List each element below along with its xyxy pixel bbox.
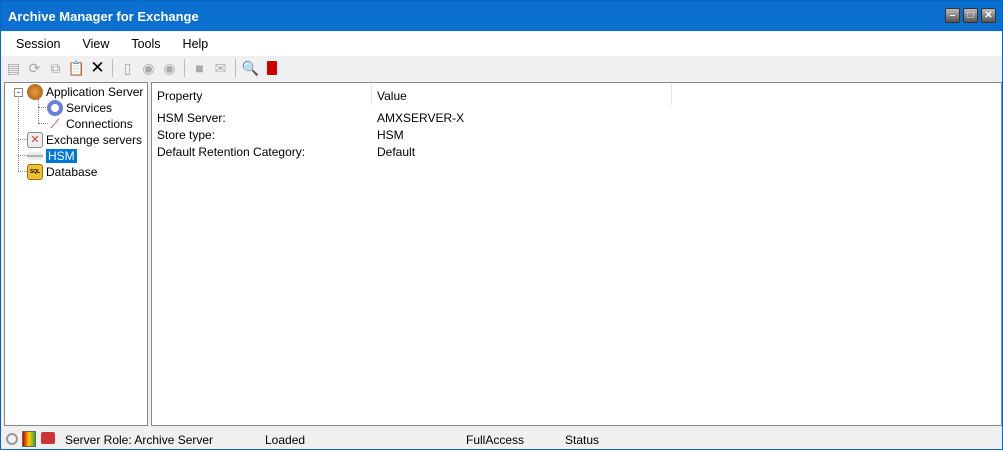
book-icon[interactable] xyxy=(263,60,280,77)
value-cell: HSM xyxy=(377,128,404,142)
value-cell: Default xyxy=(377,145,416,159)
toolbar-separator xyxy=(235,59,236,77)
properties-icon[interactable]: ▤ xyxy=(5,60,22,77)
menu-help[interactable]: Help xyxy=(183,37,209,56)
title-bar: Archive Manager for Exchange – □ ✕ xyxy=(1,1,1002,31)
menu-bar: Session View Tools Help xyxy=(1,32,1002,56)
property-cell: HSM Server: xyxy=(157,111,226,125)
property-cell: Default Retention Category: xyxy=(157,145,306,159)
application-server-icon xyxy=(27,84,43,100)
loaded-text: Loaded xyxy=(265,433,306,447)
refresh-icon[interactable]: ⟳ xyxy=(26,60,43,77)
message-icon[interactable]: ✉ xyxy=(212,60,229,77)
column-header-value[interactable]: Value xyxy=(372,83,672,105)
gear-status-icon xyxy=(6,433,18,445)
copy-icon[interactable]: ⧉ xyxy=(47,60,64,77)
tree-node-connections[interactable]: ⟋ Connections xyxy=(47,116,132,132)
status-bar: Server Role: Archive Server Loaded FullA… xyxy=(1,429,1002,450)
menu-view[interactable]: View xyxy=(82,37,109,56)
status-text: Status xyxy=(565,433,600,447)
stop-icon[interactable]: ◉ xyxy=(161,60,178,77)
exchange-server-icon: ✕ xyxy=(27,132,43,148)
toolbar-separator xyxy=(184,59,185,77)
tree-view[interactable]: - Application Server Services ⟋ Connecti… xyxy=(4,82,148,426)
menu-tools[interactable]: Tools xyxy=(131,37,160,56)
menu-session[interactable]: Session xyxy=(16,37,60,56)
property-cell: Store type: xyxy=(157,128,216,142)
close-button[interactable]: ✕ xyxy=(981,8,996,23)
column-header-property[interactable]: Property xyxy=(152,83,372,105)
traffic-light-icon xyxy=(22,431,36,447)
plug-icon: ⟋ xyxy=(50,116,60,131)
toolbar-separator xyxy=(112,59,113,77)
tree-node-application-server[interactable]: - Application Server xyxy=(14,84,143,100)
tree-node-hsm[interactable]: HSM xyxy=(27,148,77,164)
tree-node-services[interactable]: Services xyxy=(47,100,112,116)
server-icon xyxy=(41,432,55,444)
hsm-icon xyxy=(27,152,43,160)
database-icon: SQL xyxy=(27,164,43,180)
new-icon[interactable]: ▯ xyxy=(119,60,136,77)
start-icon[interactable]: ◉ xyxy=(140,60,157,77)
delete-icon[interactable]: ✕ xyxy=(89,58,106,77)
minimize-button[interactable]: – xyxy=(945,8,960,23)
server-role-text: Server Role: Archive Server xyxy=(65,433,214,447)
maximize-button[interactable]: □ xyxy=(963,8,978,23)
gear-icon xyxy=(47,100,63,116)
window-title: Archive Manager for Exchange xyxy=(8,9,199,24)
value-cell: AMXSERVER-X xyxy=(377,111,465,125)
tree-node-database[interactable]: SQL Database xyxy=(27,164,97,180)
paste-icon[interactable]: 📋 xyxy=(68,60,85,77)
save-icon[interactable]: ■ xyxy=(191,60,208,77)
search-icon[interactable]: 🔍 xyxy=(242,60,259,77)
access-text: FullAccess xyxy=(466,433,525,447)
properties-grid: Property Value HSM Server: AMXSERVER-X S… xyxy=(151,82,1002,426)
toolbar: ▤ ⟳ ⧉ 📋 ✕ ▯ ◉ ◉ ■ ✉ 🔍 xyxy=(5,57,280,79)
tree-node-exchange-servers[interactable]: ✕ Exchange servers xyxy=(27,132,142,148)
collapse-icon[interactable]: - xyxy=(14,87,23,97)
